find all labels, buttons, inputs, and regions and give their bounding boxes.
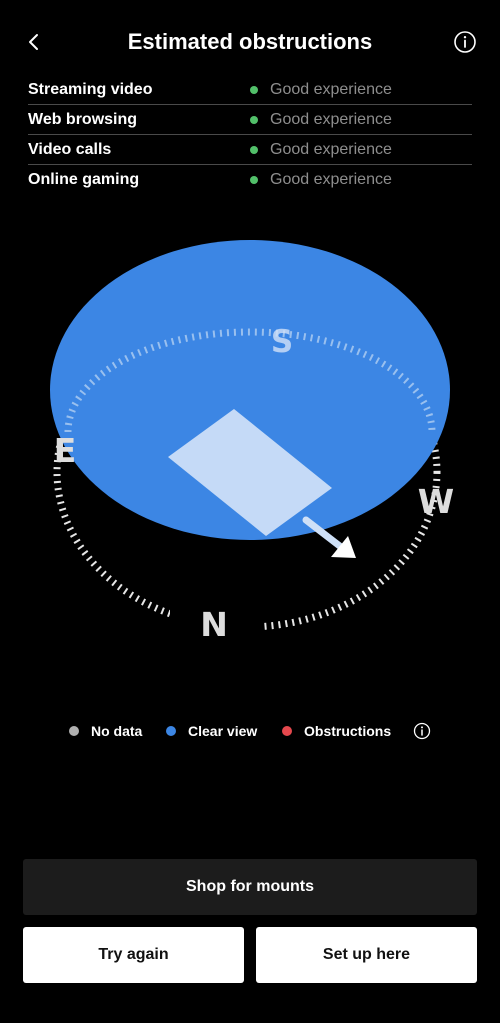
legend-no-data: No data	[69, 720, 142, 742]
info-icon	[413, 722, 431, 740]
experience-list: Streaming video Good experience Web brow…	[28, 75, 472, 194]
legend-dot-obstructions	[282, 726, 292, 736]
obstruction-compass: S E W N	[50, 240, 454, 644]
experience-row-browsing: Web browsing Good experience	[28, 105, 472, 135]
legend-label: Obstructions	[304, 723, 392, 739]
shop-for-mounts-button[interactable]: Shop for mounts	[23, 859, 477, 915]
legend-obstructions: Obstructions	[282, 720, 391, 742]
experience-row-gaming: Online gaming Good experience	[28, 165, 472, 194]
header: Estimated obstructions	[0, 0, 500, 84]
legend-info-button[interactable]	[413, 722, 431, 740]
legend: No data Clear view Obstructions	[0, 720, 500, 742]
compass-north-label: N	[200, 605, 228, 644]
status-dot	[250, 176, 258, 184]
experience-label: Online gaming	[28, 171, 140, 188]
experience-row-video-calls: Video calls Good experience	[28, 135, 472, 165]
status-text: Good experience	[270, 141, 392, 158]
experience-status: Good experience	[250, 170, 392, 190]
info-button[interactable]	[452, 29, 478, 55]
legend-label: Clear view	[188, 723, 258, 739]
status-dot	[250, 116, 258, 124]
info-icon	[454, 31, 476, 53]
status-text: Good experience	[270, 81, 392, 98]
status-dot	[250, 86, 258, 94]
legend-dot-no-data	[69, 726, 79, 736]
status-text: Good experience	[270, 111, 392, 128]
status-dot	[250, 146, 258, 154]
status-text: Good experience	[270, 171, 392, 188]
compass-east-label: E	[54, 431, 77, 470]
legend-label: No data	[91, 723, 143, 739]
legend-dot-clear-view	[166, 726, 176, 736]
page-title: Estimated obstructions	[127, 29, 373, 54]
experience-status: Good experience	[250, 110, 392, 130]
experience-label: Video calls	[28, 141, 112, 158]
experience-label: Streaming video	[28, 81, 153, 98]
experience-status: Good experience	[250, 80, 392, 100]
compass-west-label: W	[418, 482, 454, 521]
experience-row-streaming: Streaming video Good experience	[28, 75, 472, 105]
experience-label: Web browsing	[28, 111, 138, 128]
experience-status: Good experience	[250, 140, 392, 160]
legend-clear-view: Clear view	[166, 720, 257, 742]
compass-south-label: S	[271, 324, 293, 360]
try-again-button[interactable]: Try again	[23, 927, 244, 983]
set-up-here-button[interactable]: Set up here	[256, 927, 477, 983]
